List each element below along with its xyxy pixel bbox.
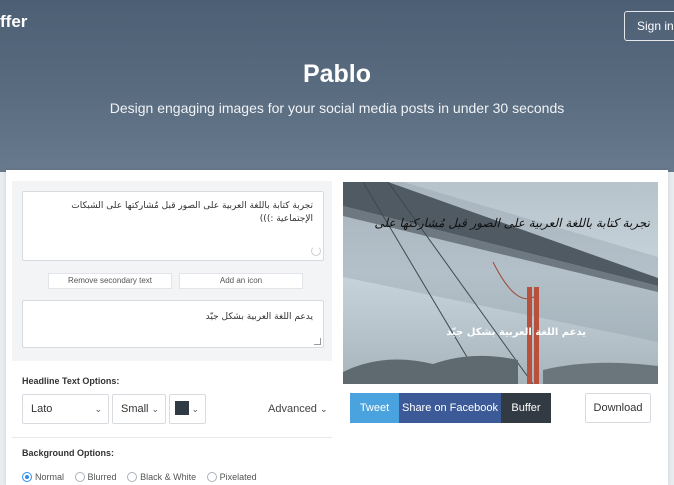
radio-blurred[interactable]: Blurred [74, 471, 117, 482]
radio-label: Normal [35, 472, 65, 482]
radio-pixelated[interactable]: Pixelated [206, 471, 257, 482]
radio-icon [127, 471, 138, 482]
resize-handle-icon[interactable] [314, 338, 321, 345]
background-options-label: Background Options: [22, 448, 114, 458]
advanced-label: Advanced [268, 403, 317, 415]
preview-headline-text: تجربة كتابة باللغة العربية على الصور قبل… [374, 216, 650, 230]
chevron-down-icon: ⌄ [151, 404, 159, 414]
chevron-down-icon: ⌄ [320, 404, 328, 414]
download-button[interactable]: Download [585, 393, 651, 423]
page-subtitle: Design engaging images for your social m… [109, 100, 565, 116]
color-swatch [175, 401, 189, 416]
section-divider [12, 437, 332, 438]
image-preview[interactable]: تجربة كتابة باللغة العربية على الصور قبل… [343, 182, 658, 384]
preview-secondary-text: يدعم اللغة العربية بشكل جيّد [446, 327, 586, 338]
radio-icon [206, 471, 217, 482]
page-title: Pablo [302, 60, 372, 88]
sign-in-button[interactable]: Sign in or [624, 11, 674, 41]
chevron-down-icon: ⌄ [191, 404, 199, 414]
radio-selected-icon [22, 471, 32, 482]
radio-label: Blurred [87, 472, 117, 482]
secondary-textarea[interactable]: يدعم اللغة العربية بشكل جيّد [22, 300, 324, 348]
headline-line: الإجتماعية :))) [259, 214, 313, 224]
share-facebook-button[interactable]: Share on Facebook [399, 393, 501, 423]
remove-secondary-text-button[interactable]: Remove secondary text [48, 273, 172, 289]
radio-label: Black & White [140, 472, 197, 482]
add-icon-button[interactable]: Add an icon [179, 273, 303, 289]
tweet-button[interactable]: Tweet [350, 393, 399, 423]
headline-options-label: Headline Text Options: [22, 376, 120, 386]
size-select-value: Small [121, 403, 149, 415]
radio-icon [74, 471, 85, 482]
radio-normal[interactable]: Normal [22, 471, 65, 482]
headline-line: تجربة كتابة باللغة العربية على الصور قبل… [71, 201, 313, 211]
bridge-photo [343, 182, 658, 384]
background-options-group: Normal Blurred Black & White Pixelated [22, 471, 265, 482]
secondary-text-value: يدعم اللغة العربية بشكل جيّد [205, 312, 313, 322]
chevron-down-icon: ⌄ [94, 404, 102, 414]
refresh-icon[interactable] [311, 246, 321, 256]
size-select[interactable]: Small ⌄ [112, 394, 166, 424]
radio-black-white[interactable]: Black & White [127, 471, 197, 482]
advanced-options-toggle[interactable]: Advanced ⌄ [268, 403, 328, 415]
font-select-value: Lato [31, 403, 53, 415]
text-color-select[interactable]: ⌄ [169, 394, 206, 424]
radio-label: Pixelated [219, 472, 257, 482]
headline-textarea[interactable]: تجربة كتابة باللغة العربية على الصور قبل… [22, 191, 324, 261]
buffer-logo[interactable]: ffer [0, 12, 27, 32]
buffer-button[interactable]: Buffer [501, 393, 551, 423]
font-select[interactable]: Lato ⌄ [22, 394, 109, 424]
